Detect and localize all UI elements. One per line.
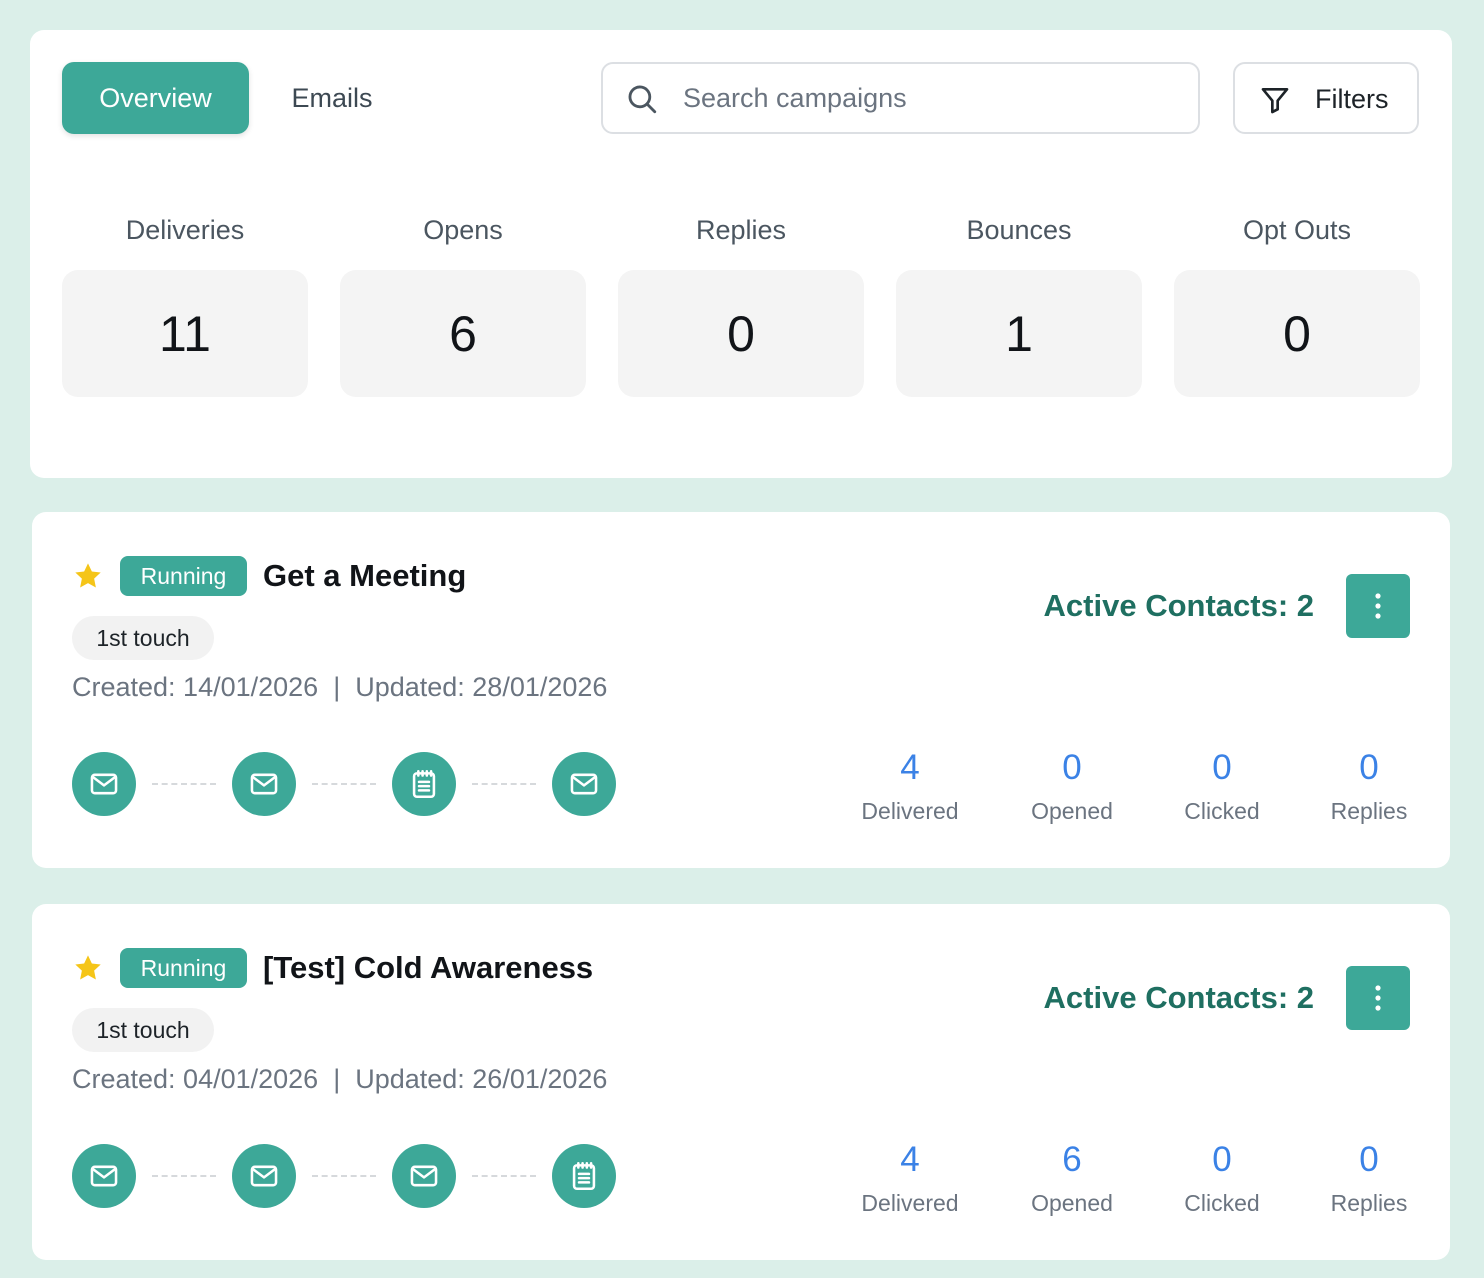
step-connector (152, 783, 216, 785)
active-contacts: Active Contacts: 2 (1043, 980, 1314, 1015)
step-connector (472, 783, 536, 785)
campaign-title[interactable]: [Test] Cold Awareness (263, 950, 593, 986)
search-input[interactable] (683, 78, 1183, 118)
metric-opened: 6 Opened (997, 1140, 1147, 1217)
campaign-dates: Created: 14/01/2026 | Updated: 28/01/202… (72, 672, 608, 702)
kebab-menu-icon (1375, 985, 1381, 1011)
status-badge: Running (120, 948, 247, 988)
metric-label: Opened (1031, 1190, 1113, 1216)
metric-value: 0 (1359, 1140, 1379, 1179)
metric-value: 0 (1212, 748, 1232, 787)
step-connector (152, 1175, 216, 1177)
mail-icon (250, 773, 278, 795)
metric-value: 6 (1062, 1140, 1082, 1179)
stat-value: 11 (62, 270, 308, 397)
step-email[interactable] (392, 1144, 456, 1208)
stat-label: Opt Outs (1242, 215, 1352, 245)
tab-emails[interactable]: Emails (278, 62, 386, 134)
task-icon (572, 1161, 596, 1191)
metric-label: Replies (1330, 798, 1408, 824)
mail-icon (90, 773, 118, 795)
mail-icon (570, 773, 598, 795)
filter-icon (1261, 88, 1289, 114)
mail-icon (250, 1165, 278, 1187)
more-options-button[interactable] (1346, 966, 1410, 1030)
stat-value: 0 (618, 270, 864, 397)
stat-value: 1 (896, 270, 1142, 397)
metric-value: 0 (1062, 748, 1082, 787)
step-email[interactable] (72, 1144, 136, 1208)
metric-value: 0 (1212, 1140, 1232, 1179)
metric-replies: 0 Replies (1294, 748, 1444, 825)
metric-value: 4 (900, 748, 920, 787)
star-icon[interactable] (72, 952, 104, 984)
stat-label: Replies (695, 215, 787, 245)
star-icon[interactable] (72, 560, 104, 592)
step-email[interactable] (72, 752, 136, 816)
step-email[interactable] (552, 752, 616, 816)
step-connector (312, 783, 376, 785)
step-email[interactable] (232, 1144, 296, 1208)
step-connector (312, 1175, 376, 1177)
metric-label: Opened (1031, 798, 1113, 824)
kebab-menu-icon (1375, 593, 1381, 619)
metric-delivered: 4 Delivered (835, 1140, 985, 1217)
metric-value: 0 (1359, 748, 1379, 787)
stat-value: 6 (340, 270, 586, 397)
campaign-dates: Created: 04/01/2026 | Updated: 26/01/202… (72, 1064, 608, 1094)
metric-replies: 0 Replies (1294, 1140, 1444, 1217)
mail-icon (410, 1165, 438, 1187)
metric-label: Delivered (861, 1190, 959, 1216)
step-email[interactable] (232, 752, 296, 816)
tab-overview[interactable]: Overview (62, 62, 249, 134)
stat-label: Deliveries (125, 215, 245, 245)
status-badge: Running (120, 556, 247, 596)
metric-label: Replies (1330, 1190, 1408, 1216)
search-icon (628, 85, 657, 114)
metric-label: Clicked (1184, 1190, 1260, 1216)
stat-label: Opens (423, 215, 503, 245)
filters-label: Filters (1315, 84, 1389, 114)
active-contacts: Active Contacts: 2 (1043, 588, 1314, 623)
metric-clicked: 0 Clicked (1147, 1140, 1297, 1217)
stat-label: Bounces (966, 215, 1072, 245)
step-connector (472, 1175, 536, 1177)
touch-tag: 1st touch (72, 1008, 214, 1052)
metric-opened: 0 Opened (997, 748, 1147, 825)
campaign-card[interactable]: Running Get a Meeting 1st touch Created:… (32, 512, 1450, 868)
metric-value: 4 (900, 1140, 920, 1179)
step-task[interactable] (552, 1144, 616, 1208)
search-box[interactable] (601, 62, 1200, 134)
more-options-button[interactable] (1346, 574, 1410, 638)
overview-panel: Overview Emails Filters Deliveries 11 Op… (30, 30, 1452, 478)
campaign-title[interactable]: Get a Meeting (263, 558, 466, 594)
filters-button[interactable]: Filters (1233, 62, 1419, 134)
mail-icon (90, 1165, 118, 1187)
touch-tag: 1st touch (72, 616, 214, 660)
campaign-card[interactable]: Running [Test] Cold Awareness 1st touch … (32, 904, 1450, 1260)
step-task[interactable] (392, 752, 456, 816)
stat-value: 0 (1174, 270, 1420, 397)
metric-label: Clicked (1184, 798, 1260, 824)
metric-label: Delivered (861, 798, 959, 824)
metric-clicked: 0 Clicked (1147, 748, 1297, 825)
metric-delivered: 4 Delivered (835, 748, 985, 825)
task-icon (412, 769, 436, 799)
